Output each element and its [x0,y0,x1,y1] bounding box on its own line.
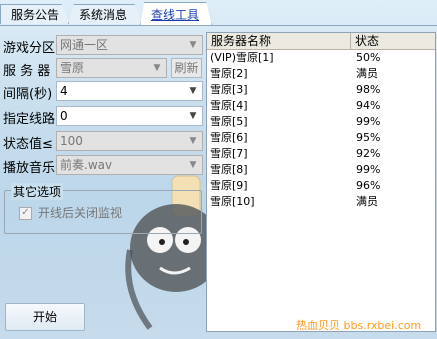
server-name-cell: 雪原[6] [210,131,248,144]
line-select[interactable]: 0 ▼ [56,106,203,126]
status-cell: 95% [356,131,381,144]
line-label: 指定线路 [3,112,56,127]
line-value: 0 [60,109,68,123]
server-row: 服 务 器 雪原 ▼ 刷新 [0,58,205,79]
watermark-text: 热血贝贝 bbs.rxbei.com [296,319,422,332]
line-row: 指定线路 0 ▼ [0,106,205,127]
chevron-down-icon: ▼ [189,111,197,121]
server-name-cell: 雪原[8] [210,163,248,176]
music-label: 播放音乐 [3,161,56,176]
table-row[interactable]: 雪原[6] 95% [207,130,435,146]
refresh-button[interactable]: 刷新 [171,58,202,78]
tab-announcements[interactable]: 服务公告 [0,4,70,24]
server-name-cell: 雪原[7] [210,147,248,160]
tab-divider [0,25,437,26]
music-value: 前奏.wav [60,158,113,172]
status-cell: 92% [356,147,381,160]
server-table[interactable]: 服务器名称 状态 (VIP)雪原[1] 50% 雪原[2] 满员 雪原[3] 98% 雪原[… [206,32,436,332]
status-cell: 96% [356,179,381,192]
status-cell: 满员 [356,195,378,208]
column-header-status[interactable]: 状态 [351,33,435,49]
close-monitor-label: 开线后关闭监视 [38,206,123,220]
tab-line-check-tool[interactable]: 查线工具 [140,2,212,26]
interval-row: 间隔(秒) 4 ▼ [0,81,205,102]
status-cell: 99% [356,163,381,176]
group-title: 其它选项 [11,183,64,200]
chevron-down-icon: ▼ [189,160,197,170]
tab-bar: 服务公告 系统消息 查线工具 [0,0,437,26]
chevron-down-icon: ▼ [189,40,197,50]
server-name-cell: 雪原[10] [210,195,255,208]
status-cell: 50% [356,51,381,64]
table-row[interactable]: (VIP)雪原[1] 50% [207,50,435,66]
interval-value: 4 [60,84,68,98]
table-row[interactable]: 雪原[5] 99% [207,114,435,130]
app-window: 服务公告 系统消息 查线工具 游戏分区 网通一区 ▼ 服 务 器 雪原 ▼ 刷新… [0,0,437,339]
table-row[interactable]: 雪原[8] 99% [207,162,435,178]
music-select[interactable]: 前奏.wav ▼ [56,155,203,175]
chevron-down-icon: ▼ [153,63,161,73]
zone-value: 网通一区 [60,38,109,52]
server-name-cell: 雪原[5] [210,115,248,128]
chevron-down-icon: ▼ [189,136,197,146]
status-cell: 99% [356,115,381,128]
server-label: 服 务 器 [3,64,51,79]
status-cell: 94% [356,99,381,112]
column-header-server-name[interactable]: 服务器名称 [207,33,351,49]
close-monitor-checkbox[interactable]: ✓ [19,207,32,220]
table-header: 服务器名称 状态 [207,33,435,50]
zone-row: 游戏分区 网通一区 ▼ [0,35,205,56]
other-options-group: 其它选项 ✓ 开线后关闭监视 [4,183,202,234]
chevron-down-icon: ▼ [189,86,197,96]
tab-system-messages[interactable]: 系统消息 [68,4,142,24]
table-row[interactable]: 雪原[10] 满员 [207,194,435,210]
music-row: 播放音乐 前奏.wav ▼ [0,155,205,176]
server-name-cell: 雪原[2] [210,67,248,80]
zone-label: 游戏分区 [3,41,56,56]
interval-select[interactable]: 4 ▼ [56,81,203,101]
server-name-cell: (VIP)雪原[1] [210,51,274,64]
status-row: 状态值≤ 100 ▼ [0,131,205,152]
interval-label: 间隔(秒) [3,87,53,102]
status-cell: 98% [356,83,381,96]
table-row[interactable]: 雪原[4] 94% [207,98,435,114]
start-button[interactable]: 开始 [5,303,85,331]
table-row[interactable]: 雪原[2] 满员 [207,66,435,82]
table-row[interactable]: 雪原[9] 96% [207,178,435,194]
server-name-cell: 雪原[9] [210,179,248,192]
status-select[interactable]: 100 ▼ [56,131,203,151]
status-value: 100 [60,134,83,148]
status-cell: 满员 [356,67,378,80]
table-row[interactable]: 雪原[7] 92% [207,146,435,162]
zone-select[interactable]: 网通一区 ▼ [56,35,203,55]
server-value: 雪原 [60,61,85,75]
server-name-cell: 雪原[4] [210,99,248,112]
server-name-cell: 雪原[3] [210,83,248,96]
table-row[interactable]: 雪原[3] 98% [207,82,435,98]
status-label: 状态值≤ [3,137,53,152]
server-select[interactable]: 雪原 ▼ [56,58,167,78]
